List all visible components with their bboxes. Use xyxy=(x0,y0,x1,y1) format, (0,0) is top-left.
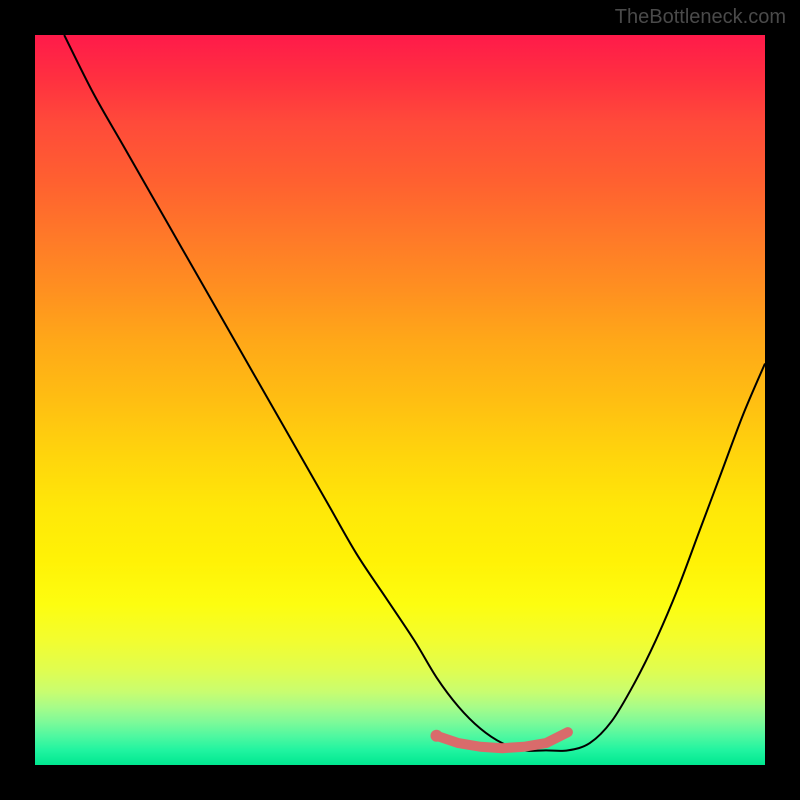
bottleneck-curve xyxy=(64,35,765,751)
plot-area xyxy=(35,35,765,765)
watermark-text: TheBottleneck.com xyxy=(615,6,786,29)
optimal-marker-start xyxy=(431,730,443,742)
curve-svg xyxy=(35,35,765,765)
optimal-marker xyxy=(437,732,568,748)
